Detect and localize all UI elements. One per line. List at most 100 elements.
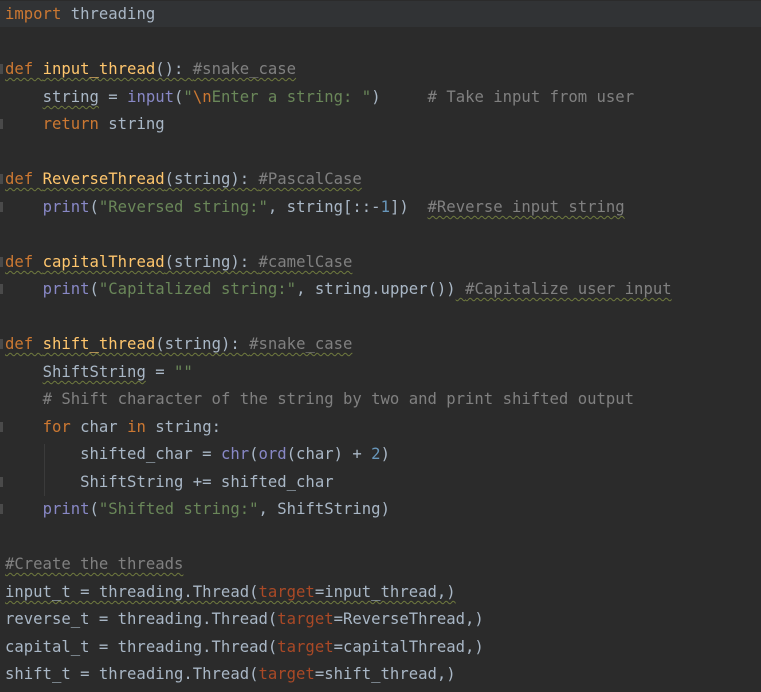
code-line-25[interactable]: shift_t = threading.Thread(target=shift_… — [5, 661, 456, 687]
code-line-23[interactable]: reverse_t = threading.Thread(target=Reve… — [5, 606, 484, 632]
code-line-8[interactable]: print("Reversed string:", string[::-1]) … — [5, 194, 625, 220]
assignment: reverse_t = threading.Thread( — [5, 610, 278, 628]
keyword-argument: target — [258, 665, 315, 683]
builtin-chr: chr — [220, 445, 250, 463]
fold-marker[interactable] — [0, 257, 3, 267]
keyword-argument: target — [277, 638, 334, 656]
fold-marker[interactable] — [0, 422, 3, 432]
keyword-argument: target — [277, 610, 334, 628]
function-name: ReverseThread — [42, 170, 165, 188]
loop-variable: char — [70, 418, 128, 436]
comment: #PascalCase — [258, 170, 362, 188]
keyword-return: return — [42, 115, 99, 133]
comment: #Capitalize user input — [465, 280, 672, 298]
params: (string): — [164, 170, 250, 188]
builtin-print: print — [42, 198, 90, 216]
string-literal: Enter a string: " — [211, 88, 372, 106]
code-line-22[interactable]: input_t = threading.Thread(target=input_… — [5, 579, 456, 605]
code-line-15[interactable]: # Shift character of the string by two a… — [5, 386, 634, 412]
string-literal: "" — [174, 363, 193, 381]
comment: #snake_case — [249, 335, 353, 353]
comment: # Shift character of the string by two a… — [42, 390, 635, 408]
code-line-3[interactable]: def input_thread(): #snake_case — [5, 56, 296, 82]
fold-marker[interactable] — [0, 64, 3, 74]
code-line-17[interactable]: shifted_char = chr(ord(char) + 2) — [5, 441, 390, 467]
expression: =shift_thread,) — [314, 665, 456, 683]
keyword-in: in — [127, 418, 146, 436]
code-line-16[interactable]: for char in string: — [5, 414, 221, 440]
function-name: shift_thread — [42, 335, 156, 353]
code-line-5[interactable]: return string — [5, 111, 165, 137]
code-line-4[interactable]: string = input("\nEnter a string: ") # T… — [5, 84, 635, 110]
number-literal: 1 — [380, 198, 390, 216]
fold-marker[interactable] — [0, 339, 3, 349]
code-line-14[interactable]: ShiftString = "" — [5, 359, 193, 385]
code-line-13[interactable]: def shift_thread(string): #snake_case — [5, 331, 352, 357]
paren: ]) — [389, 198, 409, 216]
expression: (char) + — [286, 445, 372, 463]
code-line-10[interactable]: def capitalThread(string): #camelCase — [5, 249, 352, 275]
code-line-18[interactable]: ShiftString += shifted_char — [5, 469, 334, 495]
keyword-def: def — [5, 170, 43, 188]
fold-marker[interactable] — [0, 284, 3, 294]
code-line-19[interactable]: print("Shifted string:", ShiftString) — [5, 496, 390, 522]
code-line-1[interactable]: import threading — [5, 1, 155, 27]
paren: ) — [371, 88, 381, 106]
builtin-ord: ord — [258, 445, 287, 463]
expression: string: — [145, 418, 221, 436]
paren: ( — [249, 445, 259, 463]
fold-marker[interactable] — [0, 174, 3, 184]
variable: string — [42, 88, 99, 106]
comment: # Take input from user — [427, 88, 635, 106]
expression: , string[::- — [267, 198, 381, 216]
fold-marker[interactable] — [0, 504, 3, 514]
assignment: shift_t = threading.Thread( — [5, 665, 259, 683]
variable: ShiftString — [42, 363, 146, 381]
module-name: threading — [61, 5, 156, 23]
assignment: shifted_char = — [80, 445, 221, 463]
fold-marker[interactable] — [0, 477, 3, 487]
string-literal: "Reversed string:" — [98, 198, 268, 216]
params: (string): — [155, 335, 240, 353]
operator: = — [98, 88, 128, 106]
params: (string): — [164, 253, 250, 271]
paren: ( — [89, 280, 99, 298]
builtin-print: print — [42, 500, 90, 518]
code-editor[interactable]: import threading def input_thread(): #sn… — [0, 0, 761, 692]
paren: ( — [89, 500, 99, 518]
comment: #camelCase — [258, 253, 353, 271]
statement: ShiftString += shifted_char — [80, 473, 334, 491]
keyword-def: def — [5, 253, 43, 271]
assignment: capital_t = threading.Thread( — [5, 638, 278, 656]
code-line-7[interactable]: def ReverseThread(string): #PascalCase — [5, 166, 362, 192]
comment: #Reverse input string — [427, 198, 625, 216]
params: (): — [155, 60, 184, 78]
keyword-argument: target — [258, 583, 315, 601]
fold-marker[interactable] — [0, 202, 3, 212]
keyword-def: def — [5, 60, 43, 78]
string-literal: "Shifted string:" — [98, 500, 259, 518]
code-line-24[interactable]: capital_t = threading.Thread(target=capi… — [5, 634, 484, 660]
expression: =ReverseThread,) — [333, 610, 484, 628]
paren: ( — [174, 88, 184, 106]
code-line-11[interactable]: print("Capitalized string:", string.uppe… — [5, 276, 672, 302]
number-literal: 2 — [371, 445, 381, 463]
fold-marker[interactable] — [0, 119, 3, 129]
assignment: input_t = threading.Thread( — [5, 583, 259, 601]
code-line-21[interactable]: #Create the threads — [5, 551, 183, 577]
string-literal: "Capitalized string:" — [98, 280, 297, 298]
